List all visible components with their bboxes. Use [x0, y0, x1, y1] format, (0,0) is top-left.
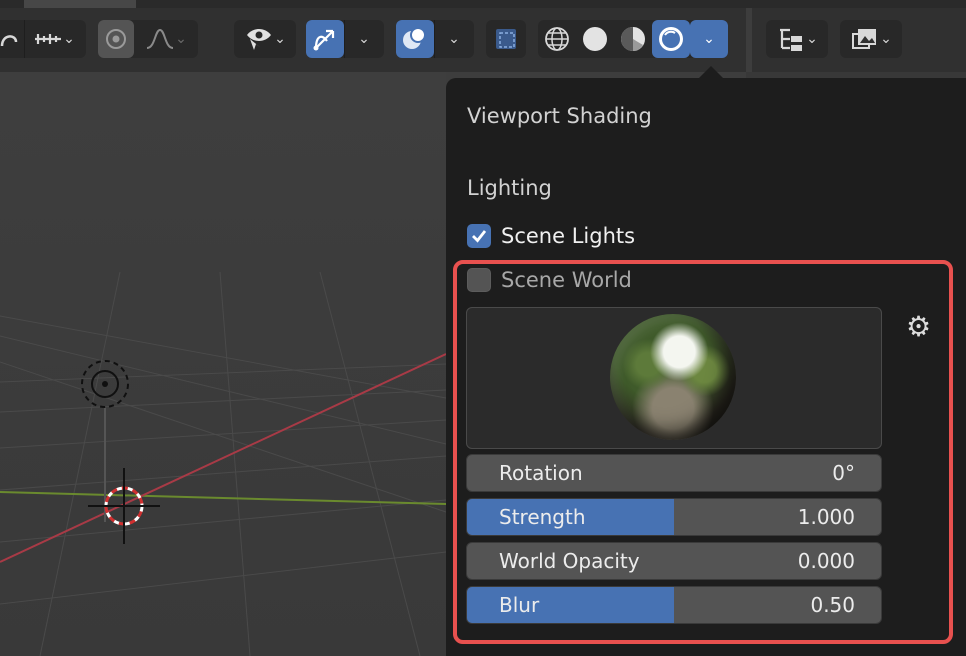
chevron-down-icon: ⌄ [175, 31, 187, 47]
slider-value: 0° [832, 461, 855, 485]
xray-toggle[interactable] [486, 20, 526, 58]
checkmark-icon [472, 230, 487, 243]
hdri-sphere-preview [610, 314, 736, 440]
selectability-visibility-dropdown[interactable]: ⌄ [234, 20, 296, 58]
snap-increment-icon [35, 34, 62, 44]
display-mode-dropdown[interactable]: ⌄ [840, 20, 902, 58]
popover-title: Viewport Shading [467, 104, 652, 128]
outliner-header: ⌄ ⌄ [752, 8, 966, 72]
overlays-group: ⌄ [396, 20, 474, 58]
scene-lights-checkbox[interactable] [467, 224, 491, 248]
overlays-dropdown[interactable]: ⌄ [435, 20, 473, 58]
xray-icon [496, 29, 516, 49]
scene-world-checkbox[interactable] [467, 268, 491, 292]
proportional-edit-group: ⌄ [98, 20, 198, 58]
scene-lights-label: Scene Lights [501, 224, 636, 248]
proportional-edit-icon[interactable] [98, 20, 134, 58]
shading-mode-group: ⌄ [538, 20, 728, 58]
gear-icon[interactable]: ⚙ [906, 310, 931, 343]
proportional-falloff-dropdown[interactable]: ⌄ [134, 20, 198, 58]
gizmo-icon[interactable] [306, 20, 344, 58]
popover-arrow [698, 66, 724, 79]
snap-increment-dropdown[interactable]: ⌄ [25, 20, 83, 58]
slider-label: Blur [499, 593, 540, 617]
overlays-icon[interactable] [396, 20, 434, 58]
image-display-icon [852, 29, 877, 49]
lighting-section-title: Lighting [467, 176, 552, 200]
falloff-curve-icon [146, 28, 174, 49]
blur-slider[interactable]: Blur 0.50 [466, 586, 882, 624]
gizmo-dropdown[interactable]: ⌄ [345, 20, 383, 58]
material-preview-icon[interactable] [614, 20, 652, 58]
chevron-down-icon: ⌄ [274, 31, 286, 47]
wireframe-shading-icon[interactable] [538, 20, 576, 58]
outliner-filter-dropdown[interactable]: ⌄ [766, 20, 828, 58]
workspace-tab-active[interactable] [24, 0, 136, 8]
viewport-header: ⌄ ⌄ ⌄ ⌄ ⌄ ⌄ [0, 8, 746, 72]
chevron-down-icon: ⌄ [806, 31, 818, 47]
3d-viewport[interactable] [0, 72, 446, 656]
slider-label: World Opacity [499, 549, 640, 573]
snapping-icon[interactable] [0, 20, 24, 58]
rendered-shading-icon[interactable] [652, 20, 690, 58]
slider-label: Rotation [499, 461, 583, 485]
viewport-shading-popover: Viewport Shading Lighting Scene Lights S… [446, 66, 966, 656]
chevron-down-icon: ⌄ [63, 31, 75, 47]
scene-world-checkbox-row[interactable]: Scene World [467, 268, 632, 292]
workspace-tabs-strip [0, 0, 966, 8]
hdri-preview-selector[interactable] [466, 307, 882, 449]
chevron-down-icon: ⌄ [703, 31, 715, 47]
world-opacity-slider[interactable]: World Opacity 0.000 [466, 542, 882, 580]
slider-value: 0.50 [810, 593, 855, 617]
scene-lights-checkbox-row[interactable]: Scene Lights [467, 224, 635, 248]
gizmo-group: ⌄ [306, 20, 384, 58]
shading-options-dropdown[interactable]: ⌄ [690, 20, 728, 58]
snapping-group: ⌄ [0, 20, 86, 58]
viewport-grid [0, 72, 446, 656]
outliner-filter-icon [780, 28, 803, 51]
rotation-slider[interactable]: Rotation 0° [466, 454, 882, 492]
visibility-eye-icon [247, 29, 272, 50]
chevron-down-icon: ⌄ [358, 31, 370, 47]
slider-value: 1.000 [797, 505, 855, 529]
solid-shading-icon[interactable] [576, 20, 614, 58]
scene-world-label: Scene World [501, 268, 632, 292]
strength-slider[interactable]: Strength 1.000 [466, 498, 882, 536]
slider-value: 0.000 [797, 549, 855, 573]
slider-label: Strength [499, 505, 586, 529]
chevron-down-icon: ⌄ [448, 31, 460, 47]
chevron-down-icon: ⌄ [880, 31, 892, 47]
